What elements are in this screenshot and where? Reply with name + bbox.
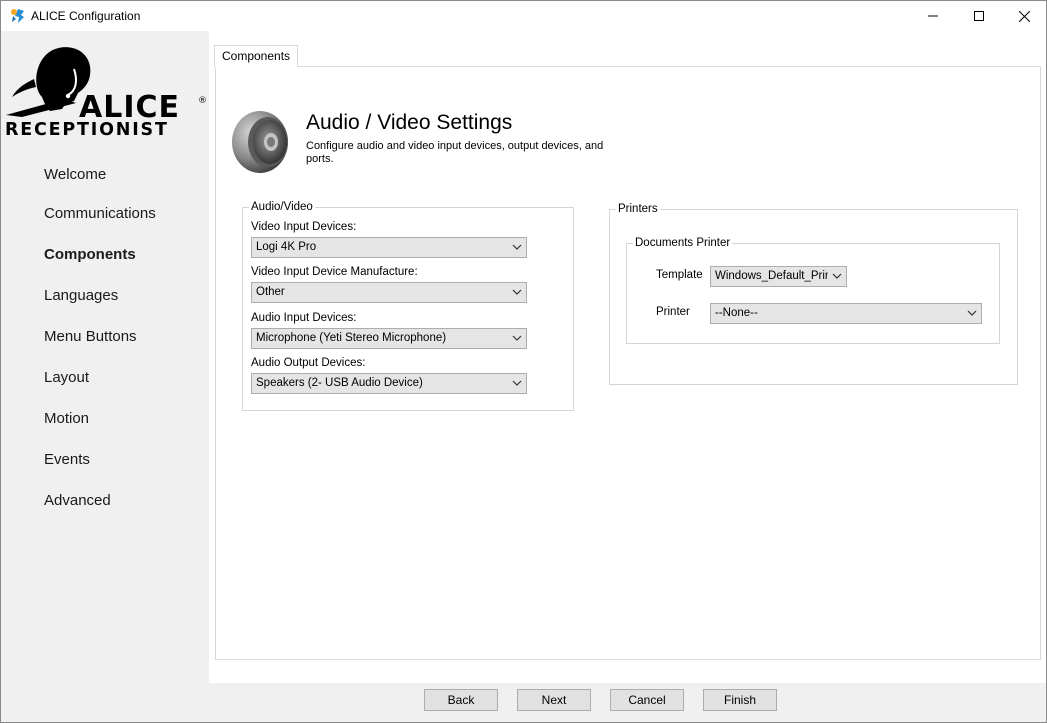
configuration-window: ALICE Configuration ALICE ® RECEPTIONIST… xyxy=(0,0,1047,723)
logo-receptionist-text: RECEPTIONIST xyxy=(5,120,169,137)
audio-output-devices-select[interactable]: Speakers (2- USB Audio Device) xyxy=(251,373,527,394)
minimize-button[interactable] xyxy=(910,1,956,31)
finish-button[interactable]: Finish xyxy=(703,689,777,711)
cancel-button[interactable]: Cancel xyxy=(610,689,684,711)
chevron-down-icon xyxy=(512,244,522,250)
chevron-down-icon xyxy=(512,335,522,341)
documents-printer-group: Documents Printer xyxy=(626,237,1000,344)
window-title: ALICE Configuration xyxy=(31,9,141,23)
video-manufacture-value: Other xyxy=(256,286,285,298)
audio-output-devices-label: Audio Output Devices: xyxy=(251,357,366,369)
sidebar-item-advanced[interactable]: Advanced xyxy=(44,492,111,509)
components-tab-panel: Audio / Video Settings Configure audio a… xyxy=(215,66,1041,660)
alice-receptionist-logo: ALICE ® RECEPTIONIST xyxy=(5,47,207,137)
minimize-icon xyxy=(928,15,938,17)
documents-printer-legend: Documents Printer xyxy=(635,237,731,249)
sidebar-item-components[interactable]: Components xyxy=(44,246,136,263)
speaker-icon xyxy=(232,111,288,173)
video-input-devices-select[interactable]: Logi 4K Pro xyxy=(251,237,527,258)
audio-input-devices-label: Audio Input Devices: xyxy=(251,312,357,324)
close-icon xyxy=(1018,10,1030,22)
close-button[interactable] xyxy=(1001,1,1046,31)
printer-value: --None-- xyxy=(715,307,758,319)
audio-output-devices-value: Speakers (2- USB Audio Device) xyxy=(256,377,423,389)
title-bar[interactable]: ALICE Configuration xyxy=(1,1,1046,31)
video-input-devices-label: Video Input Devices: xyxy=(251,221,357,233)
sidebar-item-communications[interactable]: Communications xyxy=(44,205,156,222)
printer-label: Printer xyxy=(656,306,690,318)
printers-legend: Printers xyxy=(618,203,658,215)
app-icon xyxy=(11,9,24,23)
back-button[interactable]: Back xyxy=(424,689,498,711)
sidebar-item-languages[interactable]: Languages xyxy=(44,287,118,304)
video-manufacture-select[interactable]: Other xyxy=(251,282,527,303)
chevron-down-icon xyxy=(967,310,977,316)
printer-select[interactable]: --None-- xyxy=(710,303,982,324)
audio-input-devices-value: Microphone (Yeti Stereo Microphone) xyxy=(256,332,447,344)
page-title: Audio / Video Settings xyxy=(306,111,513,134)
chevron-down-icon xyxy=(512,380,522,386)
logo-registered-mark: ® xyxy=(198,96,207,106)
sidebar-item-welcome[interactable]: Welcome xyxy=(44,166,106,183)
chevron-down-icon xyxy=(832,273,842,279)
audio-input-devices-select[interactable]: Microphone (Yeti Stereo Microphone) xyxy=(251,328,527,349)
sidebar: ALICE ® RECEPTIONIST Welcome Communicati… xyxy=(1,31,209,722)
wizard-footer: Back Next Cancel Finish xyxy=(209,683,1046,722)
audio-video-legend: Audio/Video xyxy=(251,201,313,213)
video-input-devices-value: Logi 4K Pro xyxy=(256,241,317,253)
chevron-down-icon xyxy=(512,289,522,295)
sidebar-item-menu-buttons[interactable]: Menu Buttons xyxy=(44,328,137,345)
sidebar-item-motion[interactable]: Motion xyxy=(44,410,89,427)
main-content: Components Audio / Video Settings Config… xyxy=(209,31,1046,683)
video-manufacture-label: Video Input Device Manufacture: xyxy=(251,266,418,278)
template-select[interactable]: Windows_Default_Printer xyxy=(710,266,847,287)
page-description: Configure audio and video input devices,… xyxy=(306,140,604,165)
next-button[interactable]: Next xyxy=(517,689,591,711)
sidebar-item-layout[interactable]: Layout xyxy=(44,369,89,386)
sidebar-item-events[interactable]: Events xyxy=(44,451,90,468)
template-value: Windows_Default_Printer xyxy=(715,270,828,282)
template-label: Template xyxy=(656,269,703,281)
maximize-button[interactable] xyxy=(956,1,1002,31)
maximize-icon xyxy=(974,11,984,21)
tab-components[interactable]: Components xyxy=(214,45,299,67)
